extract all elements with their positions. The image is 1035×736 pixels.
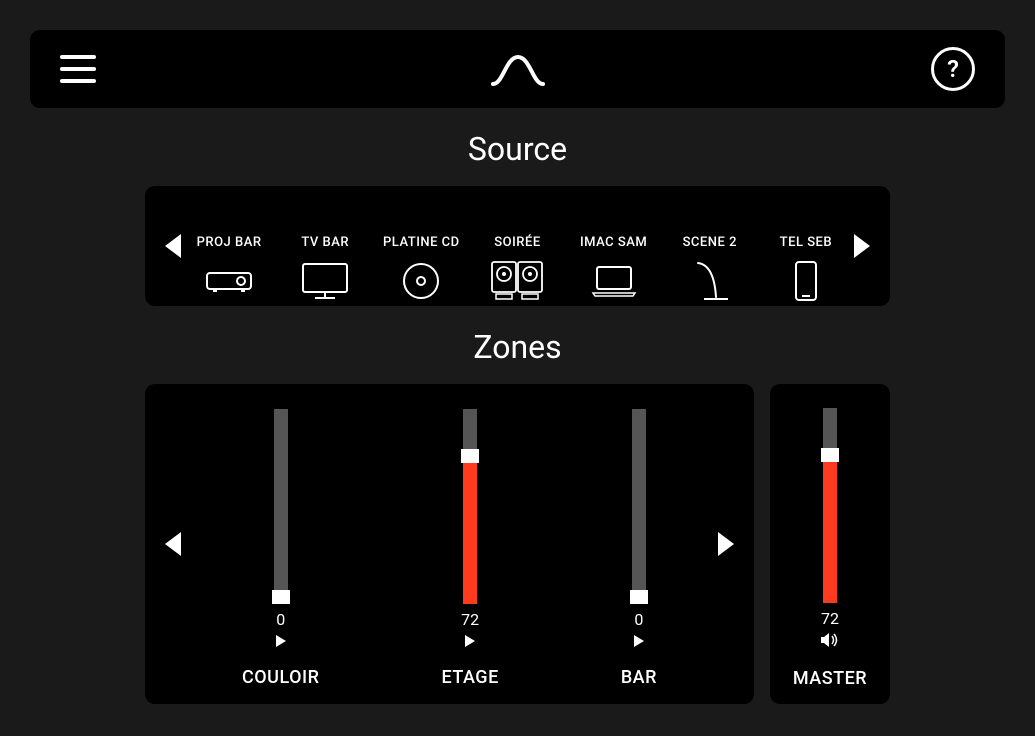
- zones-next-button[interactable]: [718, 532, 734, 556]
- source-label: SCENE 2: [683, 235, 737, 250]
- zone-master: 72 MASTER: [793, 384, 867, 704]
- source-next-button[interactable]: [854, 234, 870, 258]
- app-logo: [488, 49, 548, 89]
- zone-couloir: 0 COULOIR: [242, 384, 319, 704]
- zone-fader[interactable]: [632, 409, 646, 604]
- source-label: PLATINE CD: [383, 235, 460, 250]
- help-button[interactable]: ?: [931, 47, 975, 91]
- master-panel: 72 MASTER: [770, 384, 890, 704]
- source-label: PROJ BAR: [197, 235, 262, 250]
- zone-play-button[interactable]: [634, 635, 644, 647]
- cd-icon: [401, 256, 441, 306]
- zone-bar: 0 BAR: [621, 384, 657, 704]
- zone-fader[interactable]: [274, 409, 288, 604]
- help-icon: ?: [947, 55, 959, 83]
- zone-fader[interactable]: [463, 409, 477, 604]
- source-label: IMAC SAM: [580, 235, 647, 250]
- zone-play-button[interactable]: [276, 635, 286, 647]
- zones-prev-button[interactable]: [165, 532, 181, 556]
- source-item-soiree[interactable]: SOIRÉE: [477, 223, 557, 306]
- source-prev-button[interactable]: [165, 234, 181, 258]
- source-label: SOIRÉE: [494, 235, 540, 250]
- source-panel: PROJ BAR TV BAR PLATINE CD SOIRÉE IMAC S: [145, 186, 890, 306]
- source-item-tel-seb[interactable]: TEL SEB: [766, 223, 846, 306]
- top-bar: ?: [30, 30, 1005, 108]
- source-item-platine-cd[interactable]: PLATINE CD: [381, 223, 461, 306]
- zone-value: 72: [461, 610, 479, 629]
- source-title: Source: [0, 130, 1035, 168]
- source-item-imac-sam[interactable]: IMAC SAM: [574, 223, 654, 306]
- master-value: 72: [821, 609, 839, 628]
- speaker-icon[interactable]: [820, 632, 840, 648]
- turntables-icon: [490, 256, 544, 306]
- zone-name: COULOIR: [242, 667, 319, 688]
- source-item-scene-2[interactable]: SCENE 2: [670, 223, 750, 306]
- laptop-icon: [589, 256, 639, 306]
- tv-icon: [300, 256, 350, 306]
- zone-items: 0 COULOIR 72 ETAGE 0 BA: [181, 384, 718, 704]
- source-item-proj-bar[interactable]: PROJ BAR: [189, 223, 269, 306]
- zones-panel: 0 COULOIR 72 ETAGE 0 BA: [145, 384, 754, 704]
- source-label: TEL SEB: [780, 235, 832, 250]
- source-items: PROJ BAR TV BAR PLATINE CD SOIRÉE IMAC S: [181, 186, 854, 306]
- zone-play-button[interactable]: [465, 635, 475, 647]
- source-label: TV BAR: [301, 235, 349, 250]
- zone-value: 0: [276, 610, 285, 629]
- zone-name: BAR: [621, 667, 657, 688]
- zone-value: 0: [634, 610, 643, 629]
- master-name: MASTER: [793, 668, 867, 689]
- source-item-tv-bar[interactable]: TV BAR: [285, 223, 365, 306]
- zone-name: ETAGE: [442, 667, 499, 688]
- projector-icon: [205, 256, 253, 306]
- mic-icon: [690, 256, 730, 306]
- zone-etage: 72 ETAGE: [442, 384, 499, 704]
- zones-title: Zones: [0, 328, 1035, 366]
- menu-button[interactable]: [60, 55, 96, 83]
- master-fader[interactable]: [823, 408, 837, 603]
- phone-icon: [793, 256, 819, 306]
